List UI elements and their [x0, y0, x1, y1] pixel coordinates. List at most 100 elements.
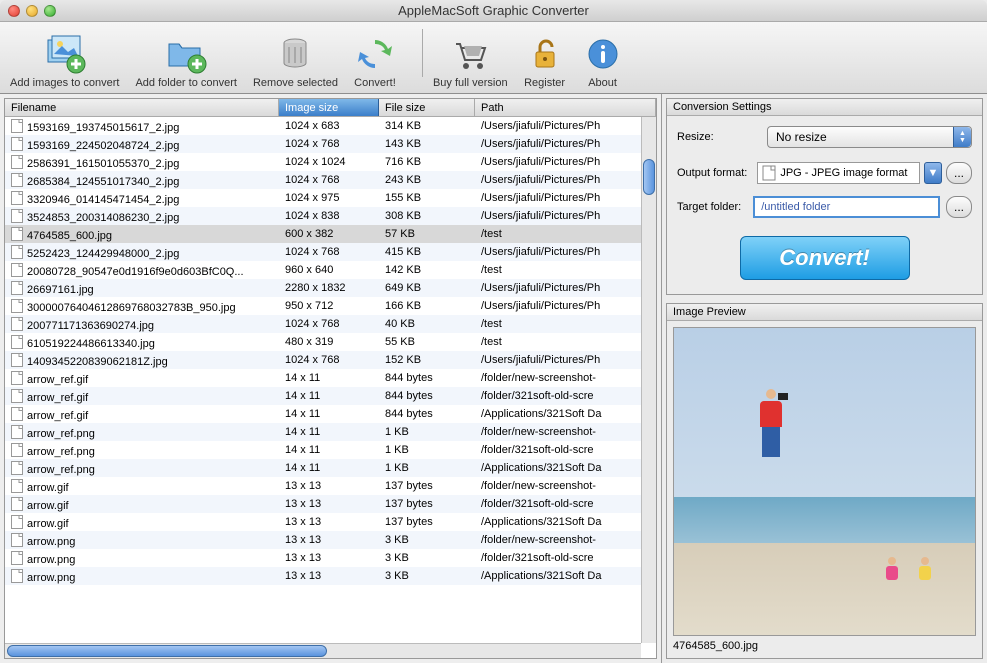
target-folder-label: Target folder: [677, 201, 741, 213]
cell-image-size: 480 x 319 [279, 336, 379, 348]
add-images-button[interactable]: Add images to convert [10, 33, 119, 89]
cell-image-size: 960 x 640 [279, 264, 379, 276]
file-icon [762, 165, 776, 181]
vertical-scrollbar[interactable] [641, 117, 656, 643]
table-row[interactable]: 1593169_224502048724_2.jpg1024 x 768143 … [5, 135, 656, 153]
table-row[interactable]: arrow_ref.gif14 x 11844 bytes/folder/321… [5, 387, 656, 405]
convert-button[interactable]: Convert! [740, 236, 910, 280]
horizontal-scrollbar[interactable] [5, 643, 641, 658]
output-format-options-button[interactable]: ... [946, 162, 972, 184]
cell-filename: 1593169_193745015617_2.jpg [5, 119, 279, 134]
cell-filename: arrow_ref.gif [5, 389, 279, 404]
cell-file-size: 1 KB [379, 444, 475, 456]
cell-path: /Users/jiafuli/Pictures/Ph [475, 282, 656, 294]
table-row[interactable]: arrow_ref.png14 x 111 KB/Applications/32… [5, 459, 656, 477]
cell-image-size: 14 x 11 [279, 390, 379, 402]
table-row[interactable]: 30000076404612869768032783B_950.jpg950 x… [5, 297, 656, 315]
table-row[interactable]: 2685384_124551017340_2.jpg1024 x 768243 … [5, 171, 656, 189]
cell-path: /Applications/321Soft Da [475, 462, 656, 474]
info-icon [582, 33, 624, 75]
cell-path: /Users/jiafuli/Pictures/Ph [475, 120, 656, 132]
cell-path: /Applications/321Soft Da [475, 516, 656, 528]
cell-image-size: 1024 x 768 [279, 138, 379, 150]
cell-path: /folder/new-screenshot- [475, 426, 656, 438]
output-format-dropdown[interactable]: ▼ [924, 162, 942, 184]
add-folder-icon [165, 33, 207, 75]
col-header-filename[interactable]: Filename [5, 99, 279, 116]
cell-image-size: 14 x 11 [279, 408, 379, 420]
table-row[interactable]: 5252423_124429948000_2.jpg1024 x 768415 … [5, 243, 656, 261]
chevron-up-down-icon: ▲▼ [953, 127, 971, 147]
cell-path: /folder/new-screenshot- [475, 480, 656, 492]
cell-file-size: 314 KB [379, 120, 475, 132]
cell-path: /Users/jiafuli/Pictures/Ph [475, 192, 656, 204]
add-folder-button[interactable]: Add folder to convert [135, 33, 237, 89]
col-header-image-size[interactable]: Image size [279, 99, 379, 116]
table-row[interactable]: 610519224486613340.jpg480 x 31955 KB/tes… [5, 333, 656, 351]
table-row[interactable]: 1593169_193745015617_2.jpg1024 x 683314 … [5, 117, 656, 135]
cell-filename: arrow_ref.png [5, 461, 279, 476]
cell-image-size: 950 x 712 [279, 300, 379, 312]
cell-file-size: 40 KB [379, 318, 475, 330]
preview-image [673, 327, 976, 636]
table-row[interactable]: arrow.png13 x 133 KB/Applications/321Sof… [5, 567, 656, 585]
table-row[interactable]: 3320946_014145471454_2.jpg1024 x 975155 … [5, 189, 656, 207]
table-row[interactable]: 1409345220839062181Z.jpg1024 x 768152 KB… [5, 351, 656, 369]
cell-file-size: 3 KB [379, 570, 475, 582]
file-table: Filename Image size File size Path 15931… [4, 98, 657, 659]
cell-filename: 3524853_200314086230_2.jpg [5, 209, 279, 224]
cell-path: /folder/new-screenshot- [475, 372, 656, 384]
cell-filename: 2685384_124551017340_2.jpg [5, 173, 279, 188]
cell-image-size: 1024 x 768 [279, 318, 379, 330]
table-row[interactable]: arrow_ref.gif14 x 11844 bytes/Applicatio… [5, 405, 656, 423]
cell-path: /test [475, 336, 656, 348]
cell-image-size: 1024 x 768 [279, 354, 379, 366]
cell-path: /folder/321soft-old-scre [475, 390, 656, 402]
conversion-settings-panel: Conversion Settings Resize: No resize ▲▼… [666, 98, 983, 295]
buy-full-button[interactable]: Buy full version [433, 33, 508, 89]
resize-select[interactable]: No resize ▲▼ [767, 126, 972, 148]
cell-image-size: 14 x 11 [279, 426, 379, 438]
cell-image-size: 13 x 13 [279, 570, 379, 582]
table-row[interactable]: arrow.gif13 x 13137 bytes/folder/321soft… [5, 495, 656, 513]
cell-path: /test [475, 264, 656, 276]
cell-file-size: 415 KB [379, 246, 475, 258]
cell-file-size: 142 KB [379, 264, 475, 276]
cell-path: /Users/jiafuli/Pictures/Ph [475, 138, 656, 150]
cell-filename: arrow.png [5, 533, 279, 548]
cell-image-size: 13 x 13 [279, 534, 379, 546]
col-header-path[interactable]: Path [475, 99, 656, 116]
cell-file-size: 152 KB [379, 354, 475, 366]
table-row[interactable]: arrow.png13 x 133 KB/folder/321soft-old-… [5, 549, 656, 567]
table-row[interactable]: arrow.png13 x 133 KB/folder/new-screensh… [5, 531, 656, 549]
table-row[interactable]: arrow_ref.png14 x 111 KB/folder/321soft-… [5, 441, 656, 459]
cell-path: /Users/jiafuli/Pictures/Ph [475, 156, 656, 168]
table-row[interactable]: 3524853_200314086230_2.jpg1024 x 838308 … [5, 207, 656, 225]
register-button[interactable]: Register [524, 33, 566, 89]
table-row[interactable]: 26697161.jpg2280 x 1832649 KB/Users/jiaf… [5, 279, 656, 297]
cell-file-size: 137 bytes [379, 480, 475, 492]
scroll-thumb[interactable] [7, 645, 327, 657]
convert-toolbar-button[interactable]: Convert! [354, 33, 396, 89]
resize-label: Resize: [677, 131, 767, 143]
scroll-thumb[interactable] [643, 159, 655, 195]
col-header-file-size[interactable]: File size [379, 99, 475, 116]
remove-selected-button[interactable]: Remove selected [253, 33, 338, 89]
table-row[interactable]: arrow_ref.png14 x 111 KB/folder/new-scre… [5, 423, 656, 441]
cell-filename: arrow.gif [5, 497, 279, 512]
cell-file-size: 137 bytes [379, 516, 475, 528]
table-row[interactable]: arrow_ref.gif14 x 11844 bytes/folder/new… [5, 369, 656, 387]
table-row[interactable]: arrow.gif13 x 13137 bytes/folder/new-scr… [5, 477, 656, 495]
table-row[interactable]: 2586391_161501055370_2.jpg1024 x 1024716… [5, 153, 656, 171]
cell-image-size: 1024 x 838 [279, 210, 379, 222]
cell-filename: 5252423_124429948000_2.jpg [5, 245, 279, 260]
target-folder-browse-button[interactable]: ... [946, 196, 972, 218]
table-row[interactable]: 4764585_600.jpg600 x 38257 KB/test [5, 225, 656, 243]
target-folder-input[interactable] [753, 196, 940, 218]
table-row[interactable]: arrow.gif13 x 13137 bytes/Applications/3… [5, 513, 656, 531]
cell-filename: arrow_ref.png [5, 425, 279, 440]
table-row[interactable]: 200771171363690274.jpg1024 x 76840 KB/te… [5, 315, 656, 333]
table-row[interactable]: 20080728_90547e0d1916f9e0d603BfC0Q...960… [5, 261, 656, 279]
cell-filename: 26697161.jpg [5, 281, 279, 296]
about-button[interactable]: About [582, 33, 624, 89]
